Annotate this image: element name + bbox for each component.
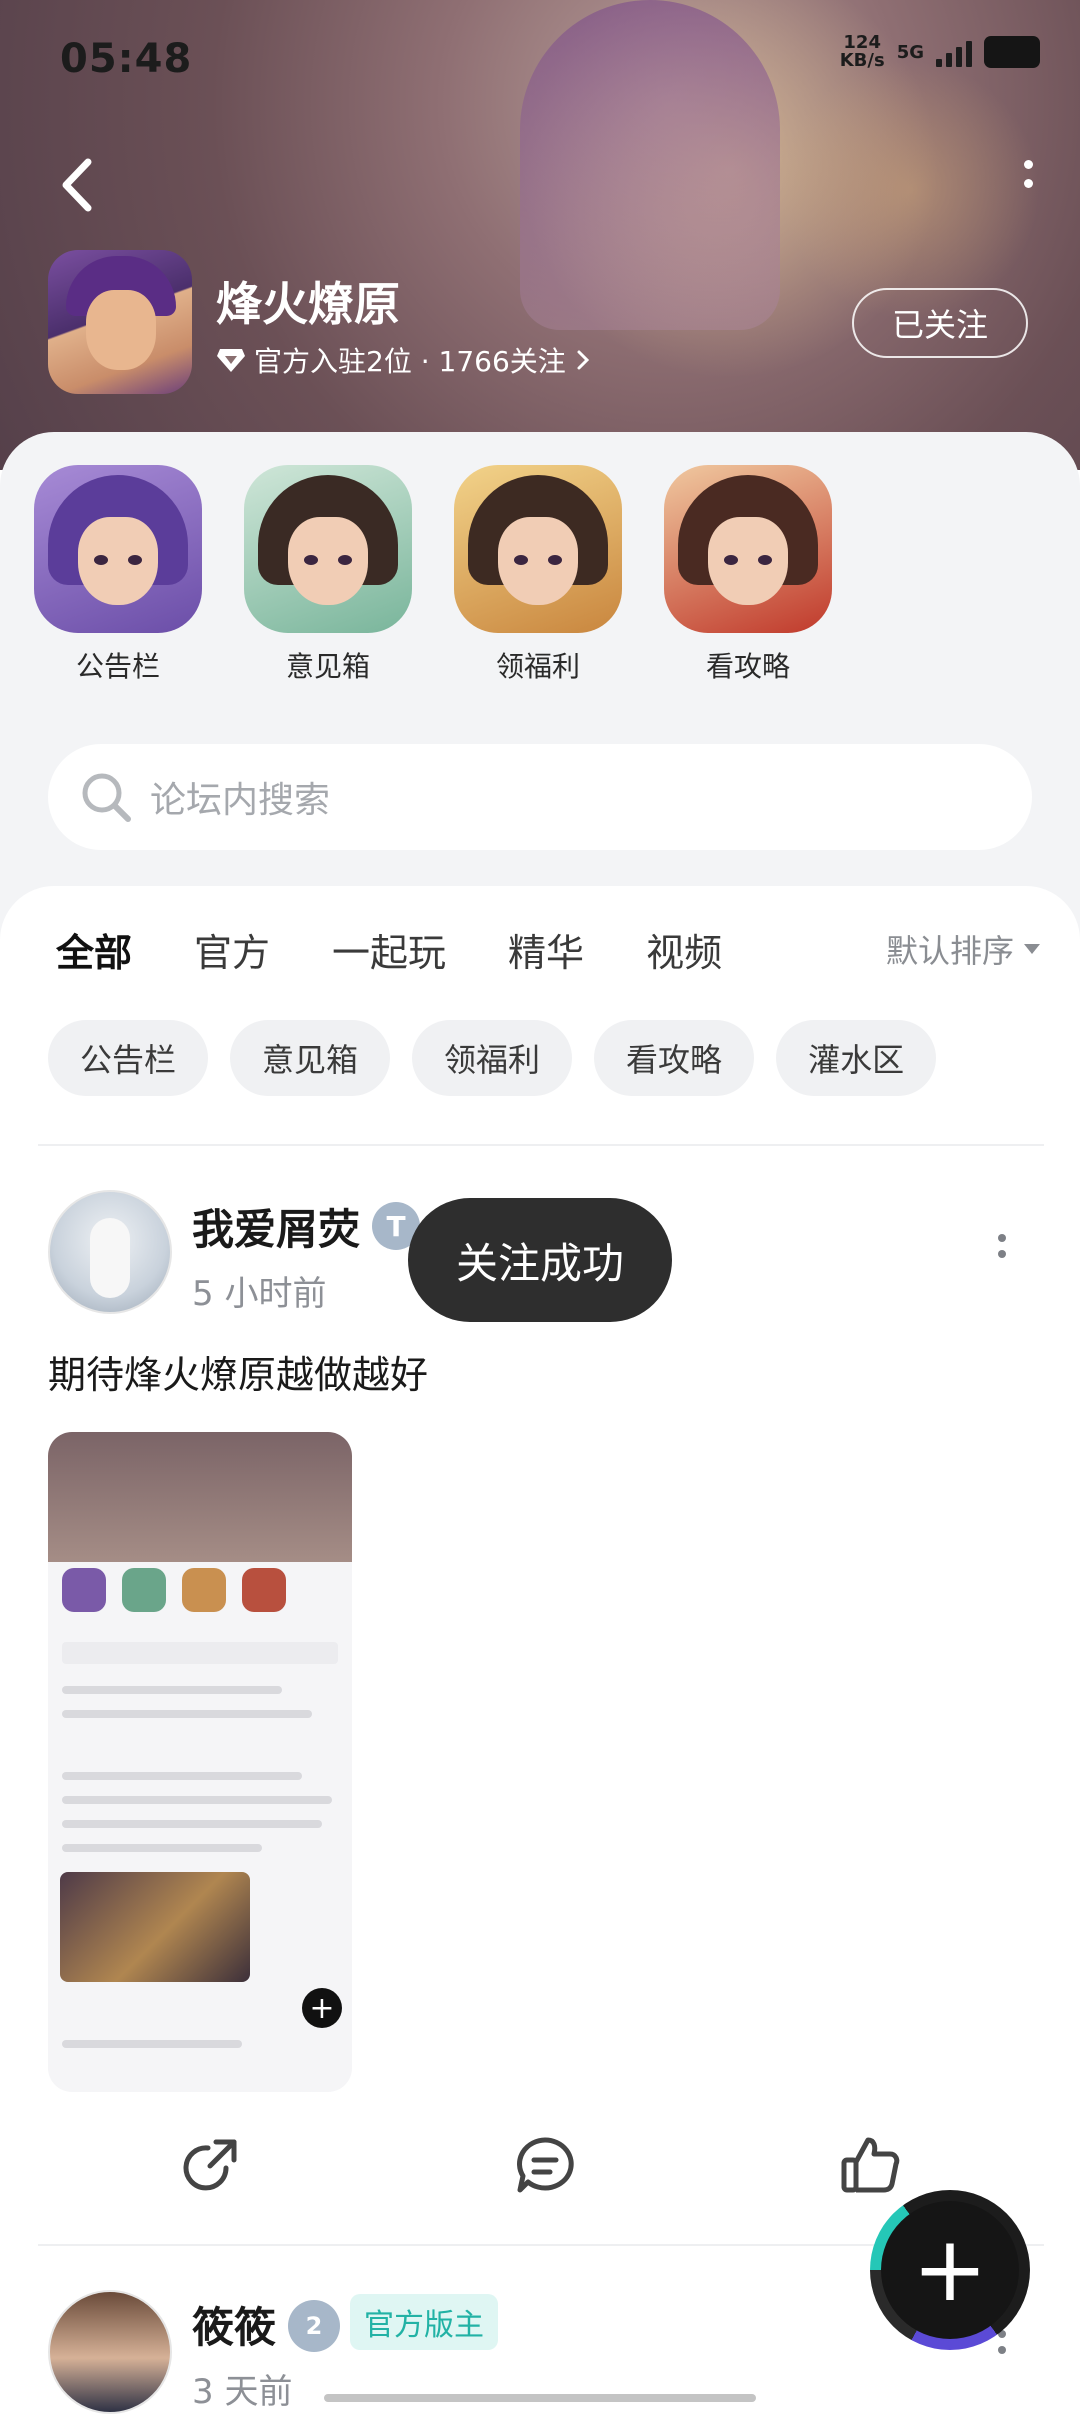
sort-dropdown[interactable]: 默认排序: [886, 926, 1040, 972]
shortcut-row: 公告栏 意见箱 领福利 看攻略: [0, 465, 1080, 705]
diamond-icon: [217, 349, 245, 372]
plus-icon: +: [302, 1988, 342, 2028]
chip-announcements[interactable]: 公告栏: [48, 1020, 209, 1096]
signal-icon: [936, 37, 972, 67]
dropdown-arrow-icon: [1024, 944, 1040, 954]
share-button[interactable]: [178, 2132, 244, 2198]
tab-all[interactable]: 全部: [56, 922, 132, 988]
post-image[interactable]: +: [48, 1432, 352, 2092]
shortcut-image: [454, 465, 622, 633]
search-placeholder: 论坛内搜索: [150, 780, 331, 821]
shortcut-image: [664, 465, 832, 633]
share-icon: [183, 2139, 237, 2191]
post-actions: [0, 2132, 1080, 2202]
thumbs-up-icon: [841, 2137, 900, 2193]
shortcut-rewards[interactable]: 领福利: [454, 465, 622, 685]
tab-official[interactable]: 官方: [194, 922, 270, 982]
user-level-badge: 2: [288, 2300, 340, 2352]
moderator-badge: 官方版主: [350, 2294, 498, 2350]
tab-featured[interactable]: 精华: [508, 922, 584, 982]
post-more-icon[interactable]: [992, 2330, 1012, 2374]
create-post-button[interactable]: +: [870, 2190, 1030, 2350]
network-speed: 124 KB/s: [839, 32, 885, 71]
banner-glow-2: [780, 60, 1040, 320]
category-chips: 公告栏 意见箱 领福利 看攻略 灌水区: [48, 1020, 937, 1096]
shortcut-image: [34, 465, 202, 633]
avatar[interactable]: [48, 1190, 172, 1314]
avatar[interactable]: [48, 2290, 172, 2414]
chip-rewards[interactable]: 领福利: [412, 1020, 573, 1096]
more-options-button[interactable]: [1016, 160, 1040, 210]
chip-chat[interactable]: 灌水区: [776, 1020, 937, 1096]
battery-icon: [984, 36, 1040, 68]
follow-success-toast: 关注成功: [408, 1198, 672, 1322]
chevron-right-icon: [577, 350, 589, 370]
shortcut-feedback[interactable]: 意见箱: [244, 465, 412, 685]
forum-search-input[interactable]: 论坛内搜索: [48, 744, 1032, 850]
search-icon: [82, 773, 131, 822]
plus-icon: +: [881, 2201, 1019, 2339]
tab-play-together[interactable]: 一起玩: [332, 922, 446, 982]
follow-button[interactable]: 已关注: [852, 288, 1028, 358]
forum-avatar: [48, 250, 192, 394]
post-time: 3 天前: [192, 2372, 293, 2412]
chip-feedback[interactable]: 意见箱: [230, 1020, 391, 1096]
post-more-icon[interactable]: [992, 1234, 1012, 1278]
shortcut-announcements[interactable]: 公告栏: [34, 465, 202, 685]
chip-guides[interactable]: 看攻略: [594, 1020, 755, 1096]
status-icons: 124 KB/s 5G: [840, 34, 1040, 70]
post-text[interactable]: 期待烽火燎原越做越好: [48, 1344, 428, 1399]
feed-tabs: 全部 官方 一起玩 精华 视频: [56, 922, 784, 988]
post-time: 5 小时前: [192, 1274, 327, 1314]
network-type: 5G: [896, 41, 924, 63]
comment-button[interactable]: [512, 2132, 578, 2198]
forum-meta[interactable]: 官方入驻2位 · 1766关注: [216, 340, 592, 380]
home-indicator[interactable]: [324, 2394, 756, 2402]
shortcut-image: [244, 465, 412, 633]
forum-title: 烽火燎原: [216, 277, 400, 331]
chevron-left-icon: [62, 158, 92, 212]
back-button[interactable]: [52, 150, 112, 220]
shortcut-guides[interactable]: 看攻略: [664, 465, 832, 685]
status-time: 05:48: [60, 36, 193, 82]
post-username[interactable]: 筱筱: [192, 2294, 276, 2355]
banner-character-art: [520, 0, 780, 330]
comment-icon: [517, 2137, 574, 2193]
post-username[interactable]: 我爱屑荧: [192, 1196, 360, 1257]
tab-video[interactable]: 视频: [646, 922, 722, 982]
like-button[interactable]: [838, 2132, 904, 2198]
divider: [38, 1144, 1044, 1146]
